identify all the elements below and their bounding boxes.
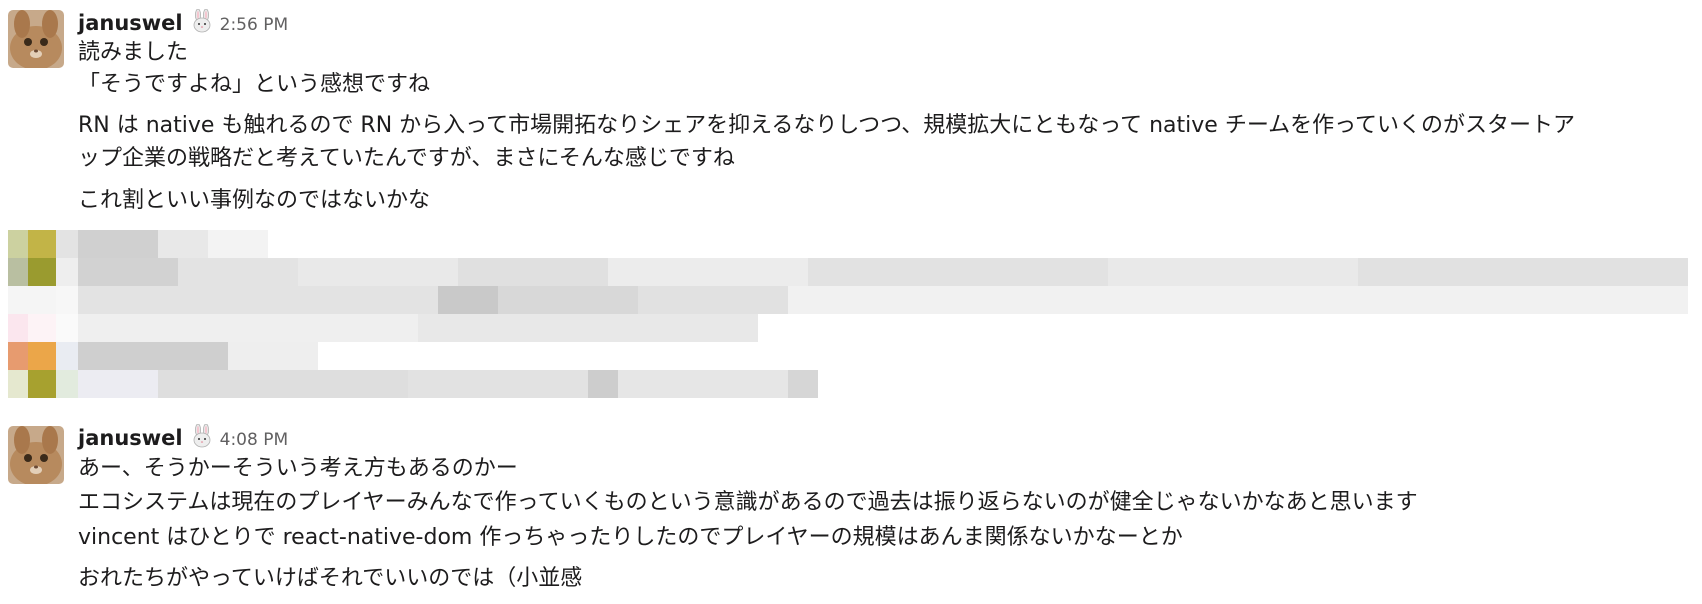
- message-line: これ割といい事例なのではないかな: [78, 188, 431, 213]
- message-line: ップ企業の戦略だと考えていたんですが、まさにそんな感じですね: [78, 146, 735, 171]
- user-avatar[interactable]: [8, 426, 64, 484]
- timestamp[interactable]: 2:56 PM: [220, 15, 289, 35]
- redacted-link-preview: [8, 230, 1698, 410]
- timestamp[interactable]: 4:08 PM: [220, 430, 289, 450]
- message-line: vincent はひとりで react-native-dom 作っちゃったりした…: [78, 525, 1183, 550]
- username[interactable]: januswel: [78, 11, 183, 35]
- message-line: あー、そうかーそういう考え方もあるのかー: [78, 456, 518, 481]
- rabbit-face-icon[interactable]: [190, 8, 214, 33]
- message-line: 「そうですよね」という感想ですね: [78, 72, 431, 97]
- user-avatar[interactable]: [8, 10, 64, 68]
- message-line: エコシステムは現在のプレイヤーみんなで作っていくものという意識があるので過去は振…: [78, 490, 1418, 515]
- rabbit-face-icon[interactable]: [190, 423, 214, 448]
- message-line: おれたちがやっていけばそれでいいのでは（小並感: [78, 566, 583, 591]
- message-line: RN は native も触れるので RN から入って市場開拓なりシェアを抑える…: [78, 113, 1576, 138]
- message-header: januswel 4:08 PM: [78, 421, 288, 451]
- message-header: januswel 2:56 PM: [78, 6, 288, 36]
- message-line: 読みました: [78, 40, 189, 65]
- username[interactable]: januswel: [78, 426, 183, 450]
